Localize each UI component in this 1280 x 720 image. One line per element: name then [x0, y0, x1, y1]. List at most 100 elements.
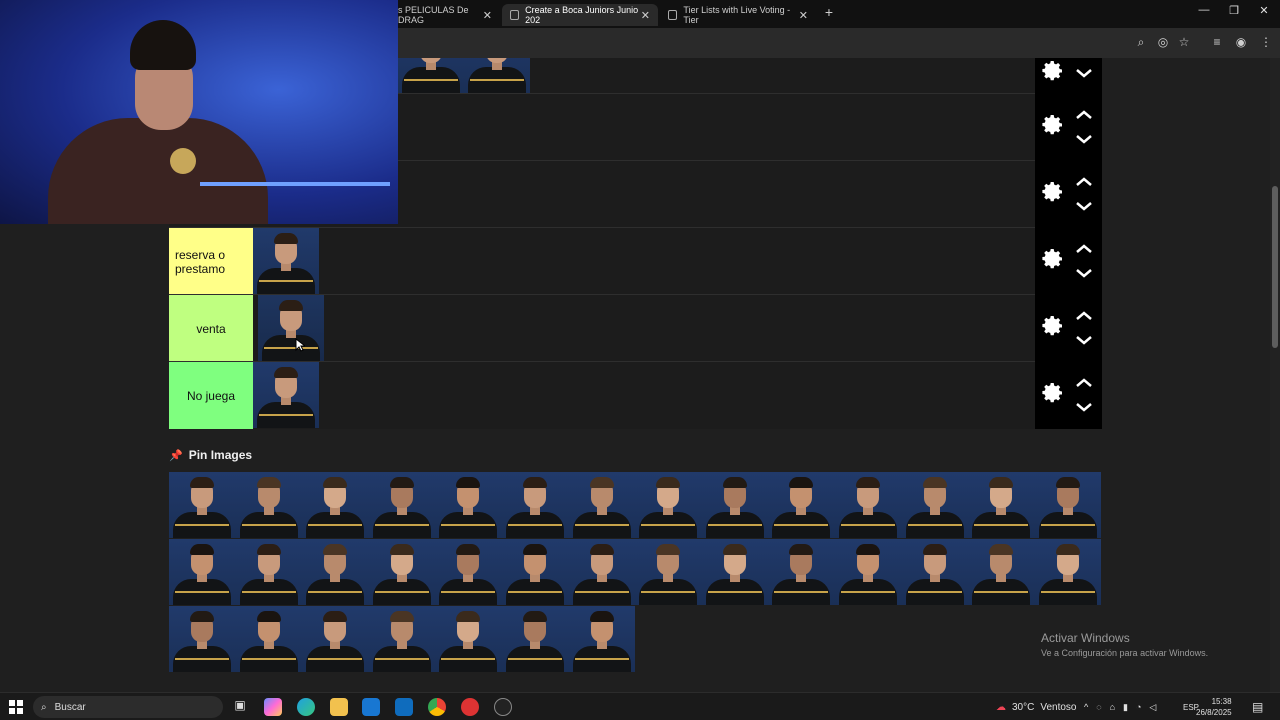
- player-image[interactable]: [253, 362, 319, 428]
- player-image[interactable]: [768, 539, 835, 605]
- player-image[interactable]: [968, 539, 1035, 605]
- player-image[interactable]: [834, 472, 902, 538]
- menu-icon[interactable]: ⋮: [1258, 34, 1274, 50]
- mic-icon[interactable]: ▮: [1123, 702, 1128, 713]
- chevron-up-icon[interactable]: [1075, 176, 1093, 188]
- player-image[interactable]: [435, 539, 502, 605]
- player-image[interactable]: [968, 472, 1035, 538]
- chevron-down-icon[interactable]: [1075, 267, 1093, 279]
- player-image[interactable]: [435, 606, 502, 672]
- chevron-up-icon[interactable]: [1075, 109, 1093, 121]
- system-clock[interactable]: 15:38 26/8/2025: [1196, 696, 1232, 718]
- player-image[interactable]: [635, 472, 702, 538]
- close-icon[interactable]: ✕: [641, 9, 650, 22]
- player-image[interactable]: [1034, 472, 1102, 538]
- weather-widget[interactable]: ☁ 30°C Ventoso: [996, 699, 1077, 715]
- tier-row-reserva[interactable]: reserva o prestamo: [169, 227, 1035, 295]
- player-image[interactable]: [258, 295, 324, 361]
- tab-tier-lists[interactable]: Tier Lists with Live Voting - Tier ✕: [660, 4, 816, 26]
- player-image[interactable]: [235, 539, 303, 605]
- player-image[interactable]: [169, 539, 236, 605]
- tier-label[interactable]: No juega: [169, 362, 253, 429]
- task-view-icon[interactable]: ▣: [231, 698, 249, 716]
- notification-icon[interactable]: ▤: [1252, 699, 1263, 715]
- chevron-down-icon[interactable]: [1075, 200, 1093, 212]
- player-image[interactable]: [568, 539, 636, 605]
- player-image[interactable]: [235, 606, 303, 672]
- player-image[interactable]: [368, 472, 436, 538]
- eye-off-icon[interactable]: ◎: [1155, 34, 1171, 50]
- app-icon[interactable]: [494, 698, 512, 716]
- chevron-down-icon[interactable]: [1075, 67, 1093, 79]
- player-image[interactable]: [169, 472, 236, 538]
- player-image[interactable]: [302, 472, 369, 538]
- store-icon[interactable]: [362, 698, 380, 716]
- file-explorer-icon[interactable]: [330, 698, 348, 716]
- gear-icon[interactable]: [1041, 314, 1065, 338]
- tier-label[interactable]: reserva o prestamo: [169, 228, 253, 295]
- zoom-icon[interactable]: ⌕: [1133, 34, 1149, 50]
- maximize-button[interactable]: ❐: [1222, 4, 1246, 17]
- player-image[interactable]: [701, 472, 769, 538]
- player-image[interactable]: [253, 228, 319, 294]
- copilot-icon[interactable]: [264, 698, 282, 716]
- player-image[interactable]: [501, 539, 569, 605]
- close-icon[interactable]: ✕: [799, 9, 808, 22]
- minimize-button[interactable]: —: [1192, 4, 1216, 16]
- player-image[interactable]: [464, 58, 530, 93]
- page-scrollbar[interactable]: [1270, 58, 1280, 692]
- gear-icon[interactable]: [1041, 113, 1065, 137]
- player-image[interactable]: [235, 472, 303, 538]
- tray-icons[interactable]: ^ ◌ ⌂ ▮ ◔ ◁: [1084, 699, 1156, 715]
- gear-icon[interactable]: [1041, 381, 1065, 405]
- reading-list-icon[interactable]: ≡: [1209, 34, 1225, 50]
- taskbar-search[interactable]: ⌕ Buscar: [33, 696, 223, 718]
- close-icon[interactable]: ✕: [483, 9, 492, 22]
- windows-start-icon[interactable]: [9, 700, 23, 714]
- volume-icon[interactable]: ◁: [1149, 702, 1156, 713]
- close-window-button[interactable]: ✕: [1252, 4, 1276, 17]
- chevron-up-icon[interactable]: [1075, 310, 1093, 322]
- player-image[interactable]: [302, 539, 369, 605]
- tier-label[interactable]: venta: [169, 295, 253, 362]
- player-image[interactable]: [368, 606, 436, 672]
- scrollbar-thumb[interactable]: [1272, 186, 1278, 348]
- tray-app-icon[interactable]: ◌: [1096, 702, 1101, 712]
- network-icon[interactable]: ⌂: [1110, 702, 1115, 712]
- player-image[interactable]: [568, 606, 636, 672]
- edge-icon[interactable]: [297, 698, 315, 716]
- obs-icon[interactable]: [461, 698, 479, 716]
- player-image[interactable]: [501, 472, 569, 538]
- new-tab-button[interactable]: +: [822, 4, 836, 20]
- chevron-up-icon[interactable]: ^: [1084, 702, 1088, 712]
- player-image[interactable]: [302, 606, 369, 672]
- chrome-icon[interactable]: [428, 698, 446, 716]
- player-image[interactable]: [398, 58, 464, 93]
- player-image[interactable]: [568, 472, 636, 538]
- player-image[interactable]: [635, 539, 702, 605]
- chevron-down-icon[interactable]: [1075, 401, 1093, 413]
- tab-boca-juniors[interactable]: Create a Boca Juniors Junio 202 ✕: [502, 4, 658, 26]
- tier-row-no-juega[interactable]: No juega: [169, 361, 1035, 429]
- gear-icon[interactable]: [1041, 59, 1065, 83]
- gear-icon[interactable]: [1041, 180, 1065, 204]
- chevron-down-icon[interactable]: [1075, 334, 1093, 346]
- player-image[interactable]: [768, 472, 835, 538]
- tab-peliculas[interactable]: s PELICULAS De DRAG ✕: [390, 4, 500, 26]
- chevron-up-icon[interactable]: [1075, 377, 1093, 389]
- player-image[interactable]: [901, 539, 969, 605]
- outlook-icon[interactable]: [395, 698, 413, 716]
- player-image[interactable]: [368, 539, 436, 605]
- profile-icon[interactable]: ◉: [1233, 34, 1249, 50]
- player-image[interactable]: [501, 606, 569, 672]
- gear-icon[interactable]: [1041, 247, 1065, 271]
- player-image[interactable]: [435, 472, 502, 538]
- player-image[interactable]: [1034, 539, 1102, 605]
- player-image[interactable]: [701, 539, 769, 605]
- player-image[interactable]: [169, 606, 236, 672]
- chevron-down-icon[interactable]: [1075, 133, 1093, 145]
- wifi-icon[interactable]: ◔: [1136, 702, 1141, 712]
- player-image[interactable]: [834, 539, 902, 605]
- bookmark-star-icon[interactable]: ☆: [1176, 34, 1192, 50]
- chevron-up-icon[interactable]: [1075, 243, 1093, 255]
